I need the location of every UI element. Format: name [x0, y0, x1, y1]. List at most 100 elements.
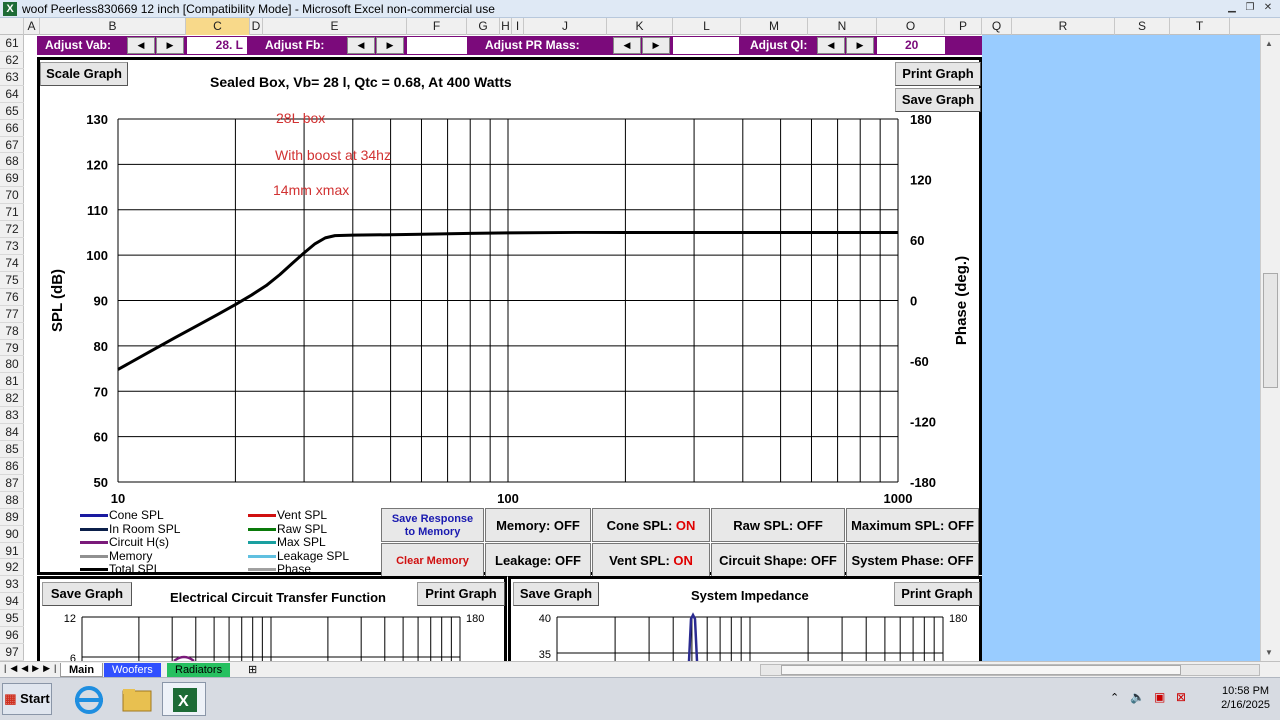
- file-explorer-icon[interactable]: [114, 682, 158, 716]
- row-header[interactable]: 95: [0, 610, 24, 628]
- row-header[interactable]: 91: [0, 543, 24, 560]
- ql-value[interactable]: 20: [877, 37, 945, 54]
- column-header-j[interactable]: J: [524, 18, 607, 35]
- row-header[interactable]: 86: [0, 458, 24, 475]
- row-header[interactable]: 94: [0, 593, 24, 611]
- row-header[interactable]: 75: [0, 272, 24, 289]
- fb-increase-button[interactable]: ▶: [376, 37, 404, 54]
- clock[interactable]: 10:58 PM 2/16/2025: [1221, 684, 1270, 712]
- row-header[interactable]: 76: [0, 289, 24, 306]
- tab-radiators[interactable]: Radiators: [167, 663, 231, 677]
- row-header[interactable]: 78: [0, 323, 24, 340]
- vab-increase-button[interactable]: ▶: [156, 37, 184, 54]
- column-header-a[interactable]: A: [24, 18, 40, 35]
- vent-spl-toggle-button[interactable]: Vent SPL: ON: [592, 543, 710, 577]
- horizontal-scrollbar[interactable]: [760, 664, 1260, 676]
- internet-explorer-icon[interactable]: [66, 682, 110, 716]
- pr-mass-value[interactable]: [673, 37, 739, 54]
- column-header-b[interactable]: B: [40, 18, 186, 35]
- row-header[interactable]: 73: [0, 238, 24, 255]
- row-header[interactable]: 74: [0, 255, 24, 272]
- row-header[interactable]: 87: [0, 475, 24, 492]
- column-header-k[interactable]: K: [607, 18, 673, 35]
- column-header-r[interactable]: R: [1012, 18, 1115, 35]
- ql-decrease-button[interactable]: ◀: [817, 37, 845, 54]
- leakage-toggle-button[interactable]: Leakage: OFF: [485, 543, 591, 577]
- column-header-e[interactable]: E: [263, 18, 407, 35]
- row-header[interactable]: 85: [0, 441, 24, 458]
- row-header[interactable]: 97: [0, 644, 24, 661]
- row-header[interactable]: 77: [0, 306, 24, 323]
- tab-scroll-arrows-icon[interactable]: |◀◀▶▶|: [4, 663, 60, 674]
- pr-increase-button[interactable]: ▶: [642, 37, 670, 54]
- row-header[interactable]: 61: [0, 35, 24, 52]
- column-header-c[interactable]: C: [186, 18, 250, 35]
- maximum-spl-toggle-button[interactable]: Maximum SPL: OFF: [846, 508, 979, 542]
- tab-woofers[interactable]: Woofers: [104, 663, 161, 677]
- row-header[interactable]: 70: [0, 187, 24, 205]
- row-header[interactable]: 89: [0, 509, 24, 526]
- row-header[interactable]: 64: [0, 86, 24, 103]
- column-header-m[interactable]: M: [741, 18, 808, 35]
- scroll-down-icon[interactable]: ▼: [1265, 648, 1273, 657]
- row-header[interactable]: 65: [0, 103, 24, 120]
- scale-graph-button[interactable]: Scale Graph: [40, 62, 128, 86]
- column-header-h[interactable]: H: [500, 18, 512, 35]
- row-header[interactable]: 93: [0, 576, 24, 594]
- system-phase-toggle-button[interactable]: System Phase: OFF: [846, 543, 979, 577]
- row-header[interactable]: 63: [0, 69, 24, 86]
- network-icon[interactable]: ▣: [1154, 690, 1165, 704]
- column-header-d[interactable]: D: [250, 18, 263, 35]
- row-header[interactable]: 66: [0, 120, 24, 137]
- column-header-t[interactable]: T: [1170, 18, 1230, 35]
- row-header[interactable]: 67: [0, 137, 24, 154]
- raw-spl-toggle-button[interactable]: Raw SPL: OFF: [711, 508, 845, 542]
- memory-toggle-button[interactable]: Memory: OFF: [485, 508, 591, 542]
- action-center-icon[interactable]: ⊠: [1176, 690, 1186, 704]
- row-header[interactable]: 88: [0, 492, 24, 509]
- circuit-shape-toggle-button[interactable]: Circuit Shape: OFF: [711, 543, 845, 577]
- show-hidden-icons-icon[interactable]: ⌃: [1110, 691, 1119, 704]
- scroll-up-icon[interactable]: ▲: [1265, 39, 1273, 48]
- column-header-i[interactable]: I: [512, 18, 524, 35]
- row-header[interactable]: 92: [0, 559, 24, 577]
- column-header-g[interactable]: G: [467, 18, 500, 35]
- row-header[interactable]: 72: [0, 221, 24, 238]
- close-icon[interactable]: ✕: [1260, 1, 1276, 15]
- row-header[interactable]: 84: [0, 424, 24, 442]
- row-header[interactable]: 71: [0, 204, 24, 222]
- circuit-save-graph-button[interactable]: Save Graph: [42, 582, 132, 606]
- column-header-o[interactable]: O: [877, 18, 945, 35]
- horizontal-scroll-thumb[interactable]: [781, 665, 1181, 675]
- scroll-thumb[interactable]: [1263, 273, 1278, 388]
- row-header[interactable]: 96: [0, 627, 24, 645]
- fb-value[interactable]: [407, 37, 467, 54]
- column-header-f[interactable]: F: [407, 18, 467, 35]
- restore-icon[interactable]: ❐: [1242, 1, 1258, 15]
- column-header-q[interactable]: Q: [982, 18, 1012, 35]
- circuit-print-graph-button[interactable]: Print Graph: [417, 582, 505, 606]
- row-header[interactable]: 83: [0, 407, 24, 425]
- impedance-print-graph-button[interactable]: Print Graph: [894, 582, 980, 606]
- vab-value[interactable]: 28. L: [187, 37, 247, 54]
- column-header-l[interactable]: L: [673, 18, 741, 35]
- clear-memory-button[interactable]: Clear Memory: [381, 543, 484, 577]
- column-header-n[interactable]: N: [808, 18, 877, 35]
- row-header[interactable]: 69: [0, 170, 24, 188]
- vertical-scrollbar[interactable]: ▲ ▼: [1260, 35, 1280, 661]
- row-header[interactable]: 62: [0, 52, 24, 69]
- new-sheet-icon[interactable]: ⊞: [248, 663, 257, 676]
- fb-decrease-button[interactable]: ◀: [347, 37, 375, 54]
- row-header[interactable]: 90: [0, 526, 24, 543]
- row-header[interactable]: 79: [0, 340, 24, 357]
- impedance-save-graph-button[interactable]: Save Graph: [513, 582, 599, 606]
- print-graph-button[interactable]: Print Graph: [895, 62, 981, 86]
- cone-spl-toggle-button[interactable]: Cone SPL: ON: [592, 508, 710, 542]
- tab-main[interactable]: Main: [60, 663, 104, 677]
- start-button[interactable]: ▦ Start: [2, 683, 52, 715]
- excel-taskbar-icon[interactable]: X: [162, 682, 206, 716]
- vab-decrease-button[interactable]: ◀: [127, 37, 155, 54]
- select-all-corner[interactable]: [0, 18, 24, 35]
- row-header[interactable]: 82: [0, 390, 24, 408]
- save-response-to-memory-button[interactable]: Save Response to Memory: [381, 508, 484, 542]
